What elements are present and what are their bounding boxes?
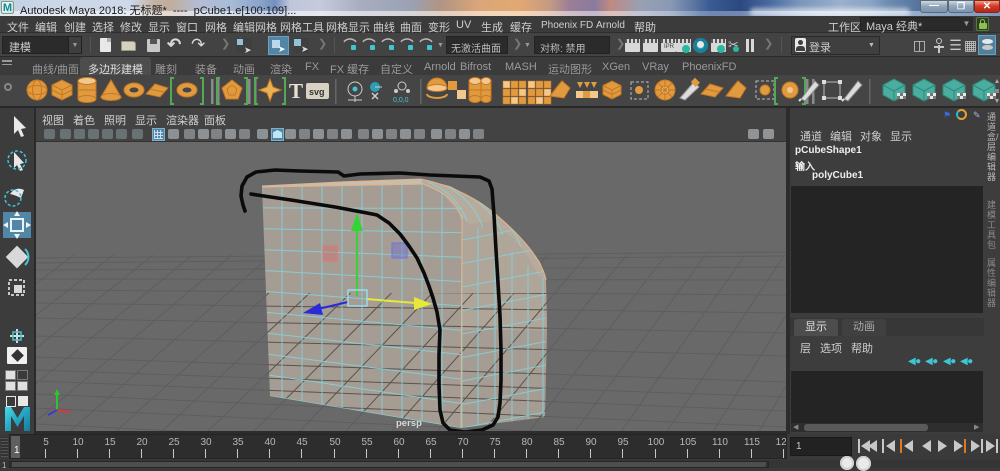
- svg-text:0,0,0: 0,0,0: [393, 97, 409, 104]
- svg-text:T: T: [289, 79, 303, 103]
- svg-text:svg: svg: [309, 87, 325, 97]
- svg-text:persp: persp: [396, 418, 422, 429]
